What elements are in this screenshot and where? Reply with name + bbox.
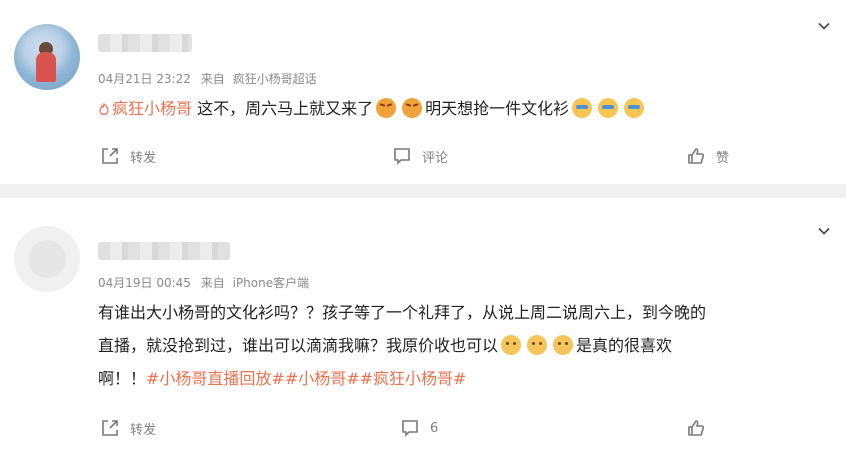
sad-emoji-icon — [527, 335, 548, 355]
post-source[interactable]: iPhone客户端 — [233, 276, 310, 290]
repost-label: 转发 — [130, 150, 157, 166]
username-blurred[interactable] — [98, 34, 192, 52]
thumbs-up-icon — [688, 420, 705, 436]
repost-button[interactable]: 转发 — [100, 146, 156, 166]
avatar[interactable] — [14, 226, 80, 292]
repost-icon — [102, 420, 118, 436]
post-timestamp[interactable]: 04月21日 23:22 — [98, 72, 191, 86]
topic-tag[interactable]: 疯狂小杨哥 — [98, 99, 197, 118]
chevron-down-icon[interactable] — [818, 20, 830, 32]
post-content: 疯狂小杨哥 这不，周六马上就又来了 明天想抢一件文化衫 — [98, 92, 647, 125]
angry-emoji-icon — [376, 98, 397, 118]
comment-count: 6 — [430, 420, 439, 436]
repost-label: 转发 — [130, 422, 157, 438]
comment-button[interactable]: 评论 — [392, 146, 448, 166]
post-divider — [0, 184, 846, 198]
post-card: 04月21日 23:22 来自 疯狂小杨哥超话 疯狂小杨哥 这不，周六马上就又来… — [0, 0, 846, 184]
crying-emoji-icon — [572, 98, 593, 118]
post-card: 04月19日 00:45 来自 iPhone客户端 有谁出大小杨哥的文化衫吗？？… — [0, 198, 846, 458]
post-source[interactable]: 疯狂小杨哥超话 — [233, 72, 317, 86]
like-button[interactable]: 赞 — [686, 146, 729, 166]
post-text-line: 有谁出大小杨哥的文化衫吗？？孩子等了一个礼拜了，从说上周二说周六上，到今晚的 — [98, 303, 707, 322]
post-meta: 04月19日 00:45 来自 iPhone客户端 — [98, 274, 309, 291]
post-text: 明天想抢一件文化衫 — [425, 99, 570, 118]
topic-tag-label: 疯狂小杨哥 — [112, 99, 193, 118]
crying-emoji-icon — [598, 98, 619, 118]
comment-label: 评论 — [422, 150, 449, 166]
avatar[interactable] — [14, 24, 80, 90]
username-blurred[interactable] — [98, 242, 230, 260]
post-text-line: 啊！！#小杨哥直播回放##小杨哥##疯狂小杨哥# — [98, 362, 706, 395]
post-text-line: 直播，就没抢到过，谁出可以滴滴我嘛？我原价收也可以 是真的很喜欢 — [98, 329, 706, 362]
source-prefix: 来自 — [200, 72, 225, 86]
post-timestamp[interactable]: 04月19日 00:45 — [98, 276, 191, 290]
comment-icon — [402, 420, 418, 437]
like-label: 赞 — [716, 150, 730, 166]
supertopic-icon — [99, 103, 109, 115]
thumbs-up-icon — [688, 148, 705, 164]
crying-emoji-icon — [624, 98, 645, 118]
avatar-blurred — [28, 240, 66, 278]
angry-emoji-icon — [402, 98, 423, 118]
post-text: 啊！！ — [98, 369, 147, 388]
chevron-down-icon[interactable] — [818, 225, 830, 237]
sad-emoji-icon — [501, 335, 522, 355]
sad-emoji-icon — [553, 335, 574, 355]
post-text: 这不，周六马上就又来了 — [197, 99, 374, 118]
like-button[interactable] — [686, 418, 716, 438]
post-actions: 转发 评论 赞 — [0, 146, 846, 170]
avatar-figure — [36, 52, 56, 82]
repost-icon — [102, 148, 118, 164]
comment-icon — [394, 148, 410, 165]
post-text: 直播，就没抢到过，谁出可以滴滴我嘛？我原价收也可以 — [98, 336, 499, 355]
post-content: 有谁出大小杨哥的文化衫吗？？孩子等了一个礼拜了，从说上周二说周六上，到今晚的 直… — [98, 296, 706, 395]
comment-button[interactable]: 6 — [400, 418, 438, 438]
post-actions: 转发 6 — [0, 418, 846, 442]
repost-button[interactable]: 转发 — [100, 418, 156, 438]
source-prefix: 来自 — [200, 276, 225, 290]
hashtag-links[interactable]: #小杨哥直播回放##小杨哥##疯狂小杨哥# — [146, 369, 466, 388]
post-meta: 04月21日 23:22 来自 疯狂小杨哥超话 — [98, 70, 317, 87]
post-text: 是真的很喜欢 — [576, 336, 673, 355]
